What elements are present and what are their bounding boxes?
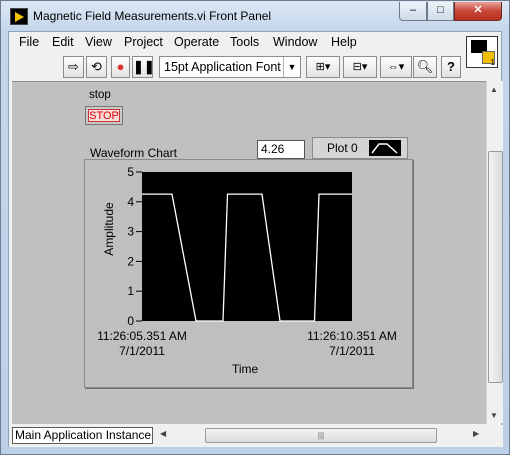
menu-tools[interactable]: Tools — [230, 35, 259, 49]
minimize-button[interactable]: – — [399, 2, 427, 21]
vertical-scroll-thumb[interactable] — [488, 151, 503, 383]
connector-number: 1 — [490, 58, 495, 67]
stop-button-text: STOP — [88, 109, 120, 122]
y-tick-label: 5 — [127, 165, 134, 179]
run-continuously-icon[interactable]: ⟲ — [86, 56, 107, 78]
pause-icon[interactable]: ❚❚ — [132, 56, 155, 78]
title-bar[interactable]: Magnetic Field Measurements.vi Front Pan… — [1, 1, 509, 31]
menu-operate[interactable]: Operate — [174, 35, 219, 49]
x-end-time: 11:26:10.351 AM — [307, 329, 397, 343]
stop-button[interactable]: STOP — [85, 106, 123, 125]
scroll-left-icon[interactable]: ◀ — [160, 429, 166, 438]
scroll-up-icon[interactable]: ▲ — [490, 85, 498, 94]
menu-window[interactable]: Window — [273, 35, 317, 49]
y-tick-label: 4 — [127, 195, 134, 209]
horizontal-scroll-thumb[interactable]: ||| — [205, 428, 437, 443]
stop-label: stop — [89, 89, 111, 101]
window-client: File Edit View Project Operate Tools Win… — [8, 31, 503, 447]
font-selector-value: 15pt Application Font — [164, 60, 281, 74]
search-icon[interactable]: 🔍︎ — [413, 56, 437, 78]
y-tick-label: 1 — [127, 284, 134, 298]
maximize-button[interactable]: □ — [427, 2, 454, 21]
chevron-down-icon[interactable]: ▼ — [283, 57, 300, 77]
x-axis-title: Time — [232, 362, 259, 376]
close-button[interactable]: ✕ — [454, 2, 502, 21]
vi-icon[interactable]: 1 — [466, 36, 498, 68]
resize-objects-icon[interactable]: ⇔▾ — [380, 56, 412, 78]
y-tick-label: 0 — [127, 314, 134, 328]
context-help-icon[interactable]: ? — [441, 56, 461, 78]
window-title: Magnetic Field Measurements.vi Front Pan… — [33, 9, 272, 23]
y-tick-label: 3 — [127, 225, 134, 239]
status-bar: Main Application Instance ◀ ||| ▶ — [9, 425, 503, 447]
menu-bar: File Edit View Project Operate Tools Win… — [9, 32, 464, 53]
application-instance[interactable]: Main Application Instance — [12, 427, 153, 444]
toolbar: ⇨ ⟲ ● ❚❚ 15pt Application Font ▼ ⊞▾ ⊟▾ ⇔… — [9, 53, 464, 81]
menu-view[interactable]: View — [85, 35, 112, 49]
scroll-right-icon[interactable]: ▶ — [473, 429, 479, 438]
align-objects-icon[interactable]: ⊞▾ — [306, 56, 340, 78]
waveform-plot[interactable]: Amplitude 0 1 2 3 4 5 11:26:05.351 AM 7/1/201… — [83, 139, 409, 357]
vertical-scrollbar[interactable]: ▲ ▼ — [486, 81, 503, 423]
scroll-down-icon[interactable]: ▼ — [490, 411, 498, 420]
front-panel-window: Magnetic Field Measurements.vi Front Pan… — [0, 0, 510, 455]
labview-app-icon — [10, 8, 28, 25]
distribute-objects-icon[interactable]: ⊟▾ — [343, 56, 377, 78]
horizontal-scrollbar[interactable]: ◀ ||| ▶ — [157, 427, 485, 444]
menu-project[interactable]: Project — [124, 35, 163, 49]
x-end-date: 7/1/2011 — [329, 344, 375, 357]
menu-edit[interactable]: Edit — [52, 35, 74, 49]
x-start-time: 11:26:05.351 AM — [97, 329, 187, 343]
menu-file[interactable]: File — [19, 35, 39, 49]
abort-execution-icon[interactable]: ● — [111, 56, 130, 78]
run-arrow-icon[interactable]: ⇨ — [63, 56, 84, 78]
y-tick-label: 2 — [127, 254, 134, 268]
font-selector[interactable]: 15pt Application Font ▼ — [159, 56, 301, 78]
y-axis-title: Amplitude — [102, 202, 116, 256]
menu-help[interactable]: Help — [331, 35, 357, 49]
x-start-date: 7/1/2011 — [119, 344, 165, 357]
